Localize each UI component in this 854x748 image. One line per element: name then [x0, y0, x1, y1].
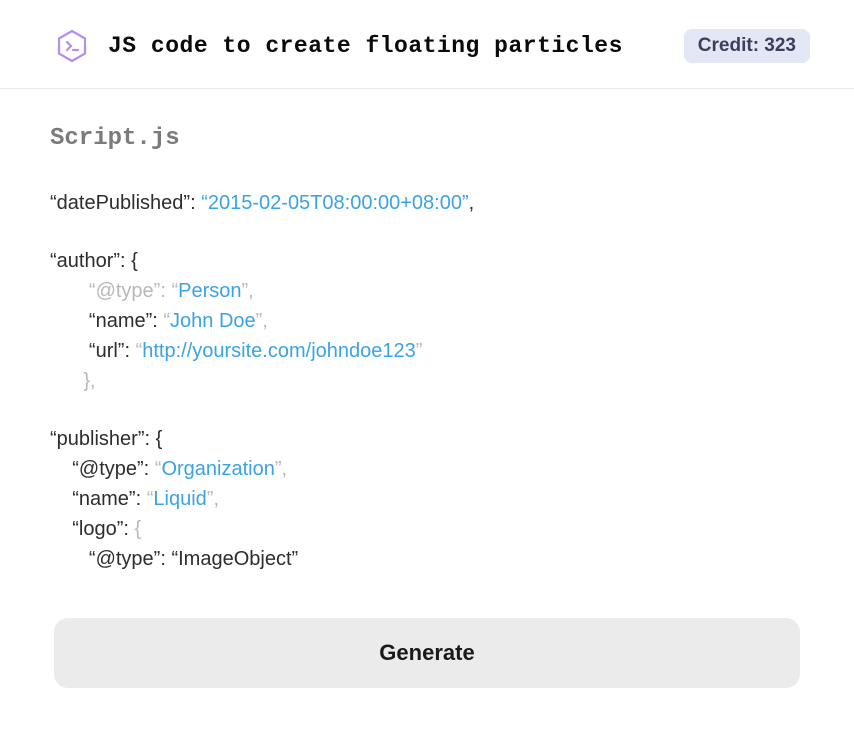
brace: }, [83, 370, 95, 392]
json-key: “url”: [89, 340, 136, 362]
json-value: Person [178, 280, 241, 302]
code-line: “@type”: “Person”, [50, 276, 804, 306]
quote: ” [416, 340, 423, 362]
generate-button[interactable]: Generate [54, 618, 800, 688]
json-value: “2015-02-05T08:00:00+08:00” [201, 192, 468, 214]
json-key: “publisher”: { [50, 428, 162, 450]
comma: , [282, 458, 288, 480]
prompt-icon [54, 28, 90, 64]
comma: , [262, 310, 268, 332]
json-key: “@type”: [72, 458, 155, 480]
code-line: “@type”: “ImageObject” [50, 544, 804, 574]
code-line: “url”: “http://yoursite.com/johndoe123” [50, 336, 804, 366]
json-value: John Doe [170, 310, 256, 332]
comma: , [213, 488, 219, 510]
generate-wrap: Generate [0, 618, 854, 688]
header-left: JS code to create floating particles [54, 28, 623, 64]
json-key: “datePublished”: [50, 192, 196, 214]
author-block: “author”: { “@type”: “Person”, “name”: “… [50, 246, 804, 396]
json-key: “name”: [72, 488, 146, 510]
comma: , [469, 192, 475, 214]
header-bar: JS code to create floating particles Cre… [0, 0, 854, 89]
code-line: “name”: “John Doe”, [50, 306, 804, 336]
quote: ” [275, 458, 282, 480]
code-line: “datePublished”: “2015-02-05T08:00:00+08… [50, 188, 804, 218]
comma: , [248, 280, 254, 302]
json-value: Organization [161, 458, 274, 480]
code-line: “logo”: { [50, 514, 804, 544]
code-line: }, [50, 366, 804, 396]
publisher-block: “publisher”: { “@type”: “Organization”, … [50, 424, 804, 574]
code-line: “name”: “Liquid”, [50, 484, 804, 514]
json-line: “@type”: “ImageObject” [89, 548, 298, 570]
brace: { [134, 518, 141, 540]
json-value: Liquid [153, 488, 206, 510]
code-line: “publisher”: { [50, 424, 804, 454]
code-line: “@type”: “Organization”, [50, 454, 804, 484]
json-key: “author”: { [50, 250, 138, 272]
code-block: “datePublished”: “2015-02-05T08:00:00+08… [50, 188, 804, 574]
json-key: “@type”: [89, 280, 172, 302]
page-title: JS code to create floating particles [108, 33, 623, 59]
main-content: Script.js “datePublished”: “2015-02-05T0… [0, 89, 854, 574]
json-key: “name”: [89, 310, 163, 332]
code-line: “author”: { [50, 246, 804, 276]
json-key: “logo”: [72, 518, 134, 540]
json-value: http://yoursite.com/johndoe123 [142, 340, 416, 362]
credit-badge: Credit: 323 [684, 29, 810, 63]
filename-label: Script.js [50, 125, 804, 152]
